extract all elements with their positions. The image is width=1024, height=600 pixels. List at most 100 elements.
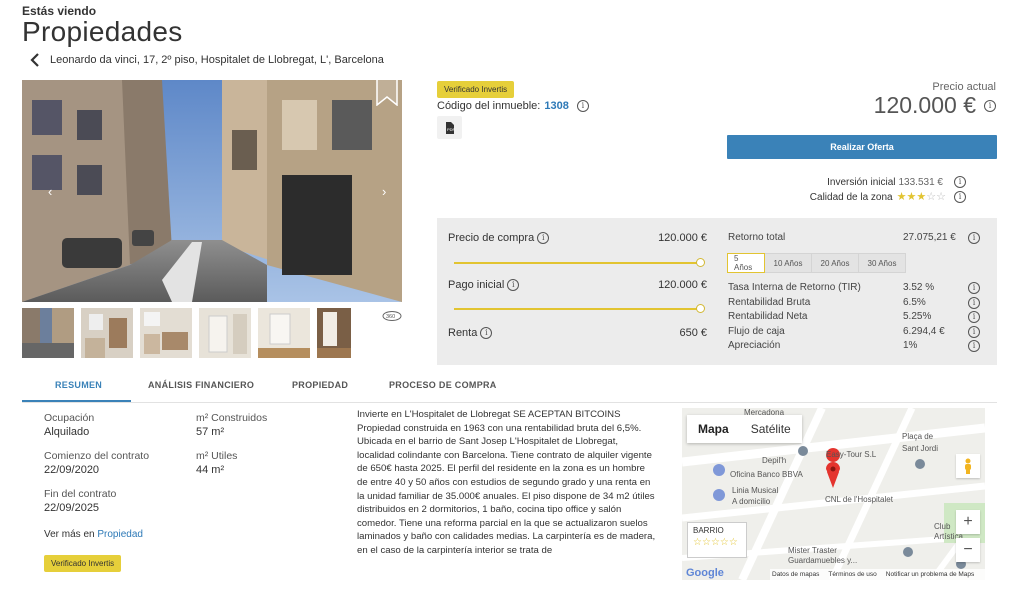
total-return-value: 27.075,21 € [903, 232, 956, 243]
thumbnail[interactable] [22, 308, 74, 358]
metric-label: Apreciación [728, 340, 781, 352]
tab-analisis-financiero[interactable]: ANÁLISIS FINANCIERO [148, 380, 254, 390]
contract-start-label: Comienzo del contrato [44, 450, 150, 462]
svg-text:PDF: PDF [447, 127, 455, 132]
barrio-label: BARRIO [693, 526, 724, 535]
initial-investment: Inversión inicial 133.531 € i [827, 176, 966, 188]
info-icon[interactable]: i [968, 232, 980, 244]
year-tab[interactable]: 5 Años [727, 253, 765, 273]
info-icon[interactable]: i [968, 296, 980, 309]
year-tab[interactable]: 30 Años [858, 253, 906, 273]
map-place-label: A domicilio [732, 497, 771, 506]
street-view-pegman[interactable] [956, 454, 980, 478]
star-icon: ★ [896, 190, 907, 203]
main-photo[interactable]: ‹ › [22, 80, 402, 302]
built-area-label: m² Construidos [196, 412, 268, 424]
info-icon[interactable]: i [954, 191, 966, 203]
photo-prev-arrow[interactable]: ‹ [48, 184, 52, 199]
see-more-prefix: Ver más en [44, 529, 95, 540]
down-payment-label-text: Pago inicial [448, 279, 505, 291]
metric-value: 5.25% [903, 311, 932, 323]
view-360-icon[interactable]: 360 [381, 309, 403, 323]
map-place-label: Depil'h [762, 456, 787, 465]
occupation-value: Alquilado [44, 426, 90, 438]
tab-propiedad[interactable]: PROPIEDAD [292, 380, 348, 390]
zoom-out-button[interactable]: − [956, 538, 980, 562]
map-place-label: Easy-Tour S.L [826, 450, 877, 459]
property-description: Invierte en L'Hospitalet de Llobregat SE… [357, 409, 656, 556]
rent-label-text: Renta [448, 327, 478, 339]
chevron-left-icon[interactable] [30, 53, 40, 67]
purchase-price-slider[interactable] [454, 262, 699, 264]
down-payment-slider[interactable] [454, 308, 699, 310]
useful-area-label: m² Utiles [196, 450, 238, 462]
price-value: 120.000 € [873, 92, 976, 118]
photo-next-arrow[interactable]: › [382, 184, 386, 199]
map-footer-link[interactable]: Notificar un problema de Maps [886, 571, 975, 578]
occupation-label: Ocupación [44, 412, 95, 424]
info-icon[interactable]: i [576, 100, 589, 112]
property-code-label: Código del inmueble: [437, 100, 541, 112]
satellite-mode-button[interactable]: Satélite [740, 415, 802, 443]
metric-value: 6.294,4 € [903, 325, 945, 337]
purchase-price-label-text: Precio de compra [448, 232, 535, 244]
info-icon[interactable]: i [954, 176, 966, 188]
map-place-label: CNL de l'Hospitalet [825, 495, 893, 504]
info-icon[interactable]: i [537, 232, 550, 244]
down-payment-slider-handle[interactable] [696, 303, 705, 313]
star-icon: ☆ [936, 190, 946, 203]
main-tabs: RESUMEN ANÁLISIS FINANCIERO PROPIEDAD PR… [22, 372, 997, 402]
info-icon[interactable]: i [968, 311, 980, 324]
barrio-stars: ☆☆☆☆☆ [693, 538, 741, 548]
map-footer-link[interactable]: Términos de uso [828, 571, 876, 578]
star-icon: ☆ [710, 537, 720, 548]
metric-label: Flujo de caja [728, 325, 785, 337]
thumbnail[interactable] [258, 308, 310, 358]
bookmark-icon[interactable] [376, 80, 398, 106]
property-code-link[interactable]: 1308 [544, 100, 568, 112]
contract-end-value: 22/09/2025 [44, 502, 100, 514]
down-payment-label: Pago inicial i [448, 279, 520, 291]
year-tabs: 5 Años 10 Años 20 Años 30 Años [727, 253, 906, 273]
purchase-price-slider-handle[interactable] [696, 257, 705, 267]
thumbnail[interactable] [81, 308, 133, 358]
map-footer: Datos de mapas Términos de uso Notificar u… [770, 569, 985, 580]
metric-label: Rentabilidad Bruta [728, 296, 811, 308]
built-area-field: m² Construidos 57 m² [196, 412, 267, 438]
year-tab[interactable]: 10 Años [764, 253, 812, 273]
map-mode-button[interactable]: Mapa [687, 415, 740, 443]
info-icon[interactable]: i [507, 279, 520, 291]
thumbnail[interactable] [199, 308, 251, 358]
useful-area-value: 44 m² [196, 464, 225, 476]
useful-area-field: m² Utiles 44 m² [196, 450, 237, 476]
tab-resumen[interactable]: RESUMEN [55, 380, 102, 390]
star-icon: ☆ [693, 537, 702, 548]
metric-value: 3.52 % [903, 282, 935, 293]
svg-text:360: 360 [386, 314, 395, 320]
year-tab[interactable]: 20 Años [811, 253, 859, 273]
breadcrumb[interactable]: Leonardo da vinci, 17, 2º piso, Hospital… [30, 53, 384, 67]
pdf-download-button[interactable]: PDF [437, 116, 462, 139]
zoom-in-button[interactable]: + [956, 510, 980, 534]
make-offer-button[interactable]: Realizar Oferta [727, 135, 997, 159]
star-icon: ☆ [926, 190, 937, 203]
verified-badge: Verificado Invertis [437, 81, 515, 98]
location-map[interactable]: Mapa Satélite Mercadona Easy-Tour S.L Plaç… [682, 408, 985, 580]
info-icon[interactable]: i [984, 99, 996, 112]
property-code: Código del inmueble: 1308 i [437, 100, 589, 112]
contract-start-value: 22/09/2020 [44, 464, 100, 476]
thumbnail[interactable] [317, 308, 351, 358]
rent-value: 650 € [679, 327, 707, 339]
info-icon[interactable]: i [968, 340, 980, 353]
purchase-price-value: 120.000 € [658, 232, 707, 244]
map-footer-link[interactable]: Datos de mapas [772, 571, 819, 578]
info-icon[interactable]: i [480, 327, 493, 339]
map-place-label: Mercadona [744, 408, 785, 417]
thumbnail[interactable] [140, 308, 192, 358]
see-more-link[interactable]: Propiedad [97, 529, 143, 540]
tab-proceso-de-compra[interactable]: PROCESO DE COMPRA [389, 380, 497, 390]
purchase-price-label: Precio de compra i [448, 232, 550, 244]
info-icon[interactable]: i [968, 325, 980, 338]
investment-calculator: Precio de compra i 120.000 € Pago inicia… [437, 218, 997, 365]
info-icon[interactable]: i [968, 282, 980, 294]
